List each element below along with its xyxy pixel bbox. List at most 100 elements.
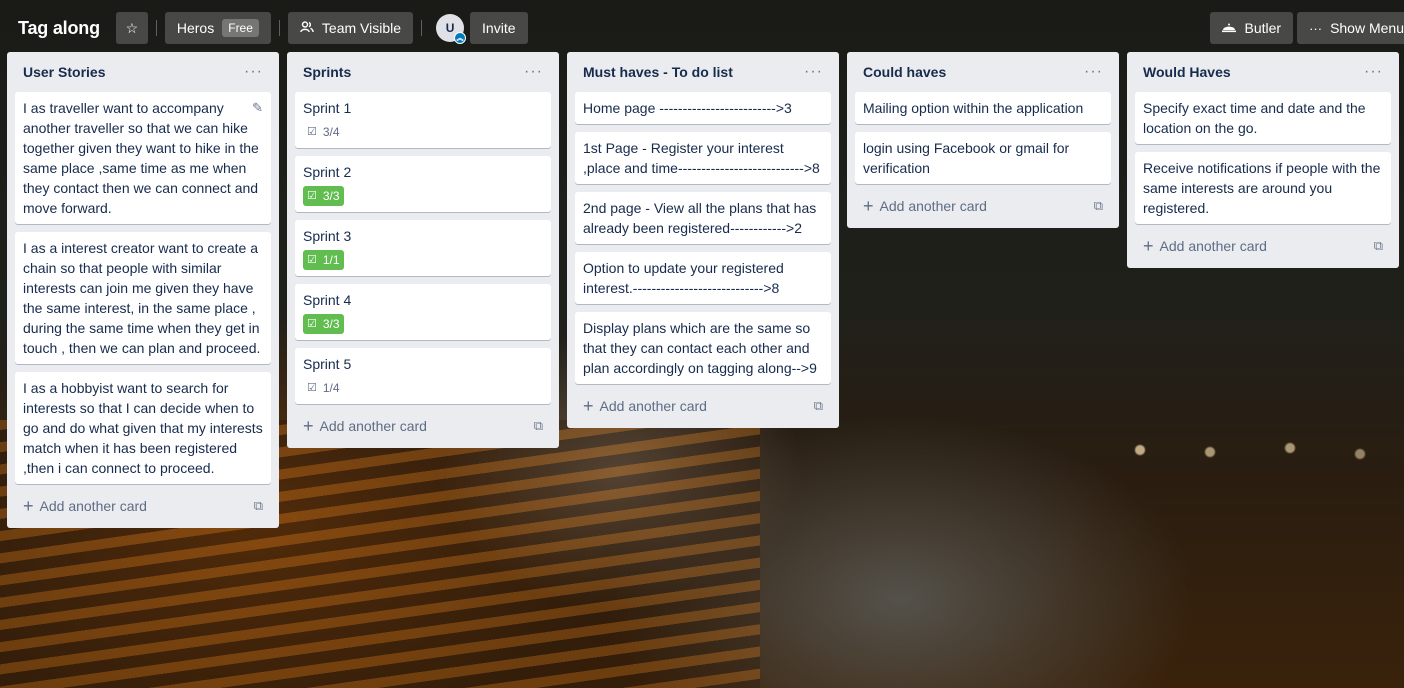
card-title: Sprint 2 [303, 164, 352, 180]
butler-button[interactable]: Butler [1210, 12, 1294, 44]
pencil-icon[interactable]: ✎ [252, 98, 263, 118]
show-menu-button[interactable]: ··· Show Menu [1297, 12, 1404, 44]
card-title: Receive notifications if people with the… [1143, 160, 1381, 216]
butler-icon [1222, 21, 1237, 36]
card[interactable]: login using Facebook or gmail for verifi… [855, 132, 1111, 184]
card-title: I as a hobbyist want to search for inter… [23, 380, 263, 476]
list-title[interactable]: Could haves [863, 64, 946, 80]
background-photo-lights [1120, 430, 1404, 470]
add-card-button[interactable]: + Add another card ⧉ [295, 412, 551, 440]
plus-icon: + [1143, 236, 1154, 256]
list-header[interactable]: User Stories ··· [15, 52, 271, 92]
card[interactable]: I as a interest creator want to create a… [15, 232, 271, 364]
checklist-count: 3/3 [322, 189, 340, 203]
list-menu-icon[interactable]: ··· [524, 63, 543, 81]
card-template-icon[interactable]: ⧉ [534, 418, 543, 434]
card[interactable]: 1st Page - Register your interest ,place… [575, 132, 831, 184]
card[interactable]: 2nd page - View all the plans that has a… [575, 192, 831, 244]
card[interactable]: Sprint 2 ☑ 3/3 [295, 156, 551, 212]
star-board-button[interactable]: ☆ [115, 12, 148, 44]
invite-button[interactable]: Invite [470, 12, 528, 44]
card-title: I as traveller want to accompany another… [23, 100, 259, 216]
admin-chevron-icon: ︽ [454, 32, 467, 44]
checklist-icon: ☑ [307, 190, 317, 202]
card[interactable]: I as a hobbyist want to search for inter… [15, 372, 271, 484]
header-divider [155, 20, 157, 36]
add-card-label: Add another card [319, 418, 427, 434]
card[interactable]: Specify exact time and date and the loca… [1135, 92, 1391, 144]
workspace-button[interactable]: Heros Free [164, 12, 271, 44]
card[interactable]: Sprint 5 ☑ 1/4 [295, 348, 551, 404]
add-card-button[interactable]: + Add another card ⧉ [1135, 232, 1391, 260]
header-right: Butler ··· Show Menu [1206, 12, 1404, 44]
star-icon: ☆ [125, 19, 139, 36]
card[interactable]: Sprint 4 ☑ 3/3 [295, 284, 551, 340]
card-title: Sprint 1 [303, 100, 352, 116]
card[interactable]: I as traveller want to accompany another… [15, 92, 271, 224]
checklist-icon: ☑ [307, 318, 317, 330]
board-title[interactable]: Tag along [8, 18, 110, 39]
header-divider [421, 20, 423, 36]
list-title[interactable]: Must haves - To do list [583, 64, 733, 80]
card[interactable]: Home page ------------------------->3 [575, 92, 831, 124]
card-title: Option to update your registered interes… [583, 260, 784, 296]
add-card-button[interactable]: + Add another card ⧉ [855, 192, 1111, 220]
list-menu-icon[interactable]: ··· [1364, 63, 1383, 81]
show-menu-label: Show Menu [1330, 20, 1404, 36]
card-template-icon[interactable]: ⧉ [1374, 238, 1383, 254]
card-title: Sprint 4 [303, 292, 352, 308]
card[interactable]: Receive notifications if people with the… [1135, 152, 1391, 224]
add-card-label: Add another card [39, 498, 147, 514]
card[interactable]: Sprint 3 ☑ 1/1 [295, 220, 551, 276]
card[interactable]: Sprint 1 ☑ 3/4 [295, 92, 551, 148]
list-title[interactable]: Sprints [303, 64, 351, 80]
card-title: Home page ------------------------->3 [583, 100, 792, 116]
visibility-label: Team Visible [321, 20, 402, 36]
add-card-label: Add another card [1159, 238, 1267, 254]
add-card-button[interactable]: + Add another card ⧉ [15, 492, 271, 520]
butler-label: Butler [1244, 20, 1282, 36]
card-title: Sprint 5 [303, 356, 352, 372]
list-header[interactable]: Would Haves ··· [1135, 52, 1391, 92]
header-divider [278, 20, 280, 36]
add-card-label: Add another card [879, 198, 987, 214]
plus-icon: + [303, 416, 314, 436]
member-avatar[interactable]: U ︽ [436, 14, 467, 44]
checklist-count: 1/1 [322, 253, 340, 267]
card[interactable]: Mailing option within the application [855, 92, 1111, 124]
checklist-count: 3/4 [322, 125, 340, 139]
list-menu-icon[interactable]: ··· [804, 63, 823, 81]
checklist-badge-complete: ☑ 3/3 [303, 186, 344, 206]
list-header[interactable]: Must haves - To do list ··· [575, 52, 831, 92]
list-menu-icon[interactable]: ··· [244, 63, 263, 81]
list-could-haves: Could haves ··· Mailing option within th… [847, 52, 1119, 228]
card-title: 1st Page - Register your interest ,place… [583, 140, 820, 176]
card-template-icon[interactable]: ⧉ [1094, 198, 1103, 214]
list-menu-icon[interactable]: ··· [1084, 63, 1103, 81]
card-template-icon[interactable]: ⧉ [254, 498, 263, 514]
checklist-icon: ☑ [307, 126, 317, 138]
team-icon [300, 20, 314, 36]
board-header: Tag along ☆ Heros Free Team Visible U ︽ … [0, 0, 1404, 56]
plus-icon: + [23, 496, 34, 516]
card-title: Sprint 3 [303, 228, 352, 244]
add-card-button[interactable]: + Add another card ⧉ [575, 392, 831, 420]
checklist-icon: ☑ [307, 254, 317, 266]
checklist-badge-complete: ☑ 1/1 [303, 250, 344, 270]
card-title: Display plans which are the same so that… [583, 320, 817, 376]
card-template-icon[interactable]: ⧉ [814, 398, 823, 414]
plus-icon: + [583, 396, 594, 416]
add-card-label: Add another card [599, 398, 707, 414]
checklist-badge: ☑ 3/4 [303, 122, 344, 142]
list-user-stories: User Stories ··· I as traveller want to … [7, 52, 279, 528]
list-title[interactable]: Would Haves [1143, 64, 1231, 80]
card[interactable]: Option to update your registered interes… [575, 252, 831, 304]
card[interactable]: Display plans which are the same so that… [575, 312, 831, 384]
card-title: I as a interest creator want to create a… [23, 240, 261, 356]
checklist-count: 3/3 [322, 317, 340, 331]
list-header[interactable]: Could haves ··· [855, 52, 1111, 92]
visibility-button[interactable]: Team Visible [287, 12, 414, 44]
list-header[interactable]: Sprints ··· [295, 52, 551, 92]
card-title: login using Facebook or gmail for verifi… [863, 140, 1070, 176]
list-title[interactable]: User Stories [23, 64, 105, 80]
